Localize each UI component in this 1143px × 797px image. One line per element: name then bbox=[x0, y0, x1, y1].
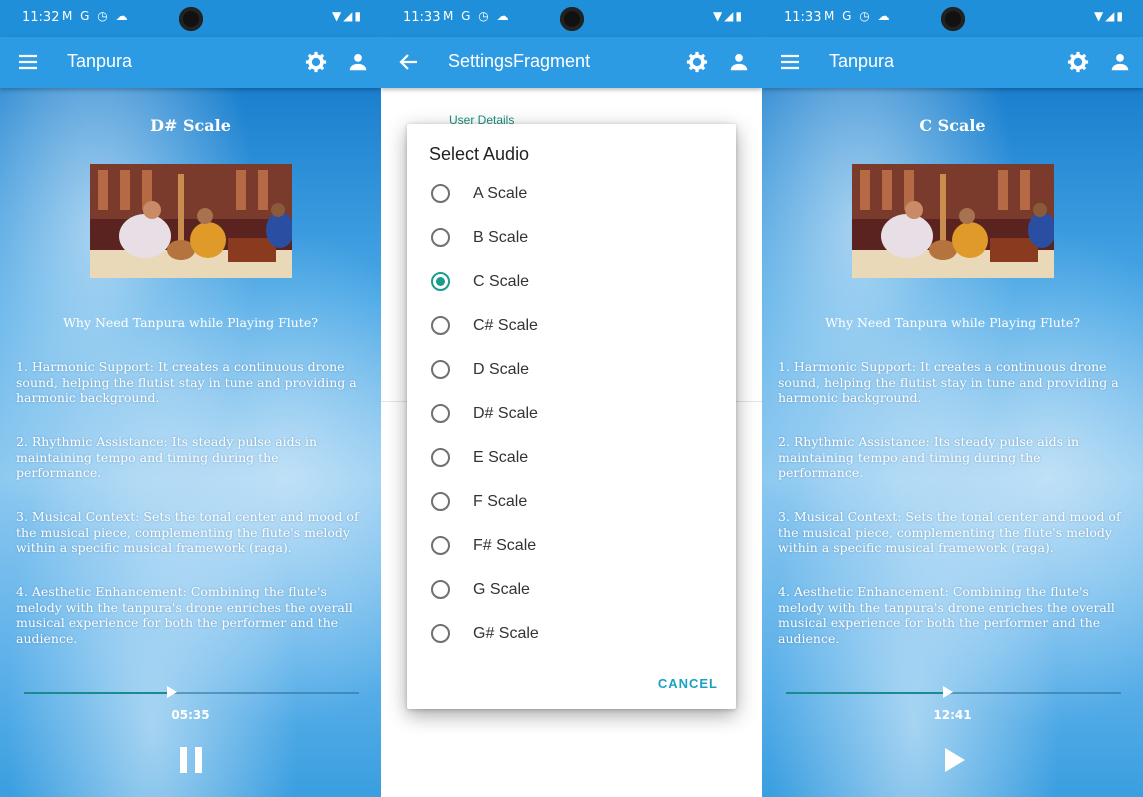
why-heading: Why Need Tanpura while Playing Flute? bbox=[63, 315, 318, 330]
status-bar: 11:33 M G ◷ ☁ ▼◢▮ bbox=[381, 0, 762, 37]
system-status-icons: ▼◢▮ bbox=[712, 9, 744, 23]
scale-option-label: G# Scale bbox=[473, 625, 539, 642]
system-status-icons: ▼◢▮ bbox=[331, 9, 363, 23]
tanpura-main-content: D# Scale Why Need Tanpura while Playing … bbox=[0, 88, 381, 797]
seek-progress bbox=[24, 692, 172, 694]
paragraph-rhythmic-assistance: 2. Rhythmic Assistance: Its steady pulse… bbox=[778, 434, 1080, 480]
status-bar: 11:33 M G ◷ ☁ ▼◢▮ bbox=[762, 0, 1143, 37]
radio-button[interactable] bbox=[431, 624, 450, 643]
back-arrow-icon[interactable] bbox=[397, 50, 421, 74]
scale-option-label: D# Scale bbox=[473, 405, 538, 422]
paragraph-musical-context: 3. Musical Context: Sets the tonal cente… bbox=[778, 509, 1121, 555]
current-scale-title: D# Scale bbox=[150, 116, 231, 135]
notification-icons: M G ◷ ☁ bbox=[824, 9, 892, 23]
radio-button[interactable] bbox=[431, 316, 450, 335]
app-bar: Tanpura bbox=[762, 37, 1143, 88]
seek-bar[interactable] bbox=[24, 686, 359, 698]
app-bar: SettingsFragment bbox=[381, 37, 762, 88]
notification-icons: M G ◷ ☁ bbox=[443, 9, 511, 23]
radio-button[interactable] bbox=[431, 448, 450, 467]
account-icon[interactable] bbox=[728, 51, 750, 73]
phone-screen-3: 11:33 M G ◷ ☁ ▼◢▮ Tanpura C Scale Why Ne… bbox=[762, 0, 1143, 797]
status-time: 11:33 bbox=[403, 10, 441, 25]
scale-option-label: C# Scale bbox=[473, 317, 538, 334]
phone-screen-1: 11:32 M G ◷ ☁ ▼◢▮ Tanpura D# Scale Why N… bbox=[0, 0, 381, 797]
phone-screen-2: 11:33 M G ◷ ☁ ▼◢▮ SettingsFragment User … bbox=[381, 0, 762, 797]
tanpura-main-content: C Scale Why Need Tanpura while Playing F… bbox=[762, 88, 1143, 797]
seek-bar[interactable] bbox=[786, 686, 1121, 698]
notification-icons: M G ◷ ☁ bbox=[62, 9, 130, 23]
elapsed-time: 05:35 bbox=[171, 708, 210, 722]
current-scale-title: C Scale bbox=[919, 116, 986, 135]
paragraph-harmonic-support: 1. Harmonic Support: It creates a contin… bbox=[16, 359, 357, 405]
status-time: 11:33 bbox=[784, 10, 822, 25]
app-title: SettingsFragment bbox=[448, 51, 591, 71]
seek-progress bbox=[786, 692, 947, 694]
scale-option[interactable]: A Scale bbox=[407, 172, 736, 216]
camera-cutout bbox=[940, 7, 965, 31]
scale-option-label: F# Scale bbox=[473, 537, 537, 554]
account-icon[interactable] bbox=[1109, 51, 1131, 73]
scale-option[interactable]: D# Scale bbox=[407, 392, 736, 436]
scale-option-label: E Scale bbox=[473, 449, 529, 466]
scale-option[interactable]: G Scale bbox=[407, 568, 736, 612]
elapsed-time: 12:41 bbox=[933, 708, 972, 722]
settings-gear-icon[interactable] bbox=[305, 51, 327, 73]
paragraph-rhythmic-assistance: 2. Rhythmic Assistance: Its steady pulse… bbox=[16, 434, 318, 480]
app-title: Tanpura bbox=[67, 51, 133, 71]
radio-button[interactable] bbox=[431, 404, 450, 423]
scale-option[interactable]: D Scale bbox=[407, 348, 736, 392]
scale-option[interactable]: F Scale bbox=[407, 480, 736, 524]
cancel-button[interactable]: CANCEL bbox=[658, 676, 718, 691]
app-bar: Tanpura bbox=[0, 37, 381, 88]
concert-photo bbox=[852, 164, 1054, 278]
radio-button[interactable] bbox=[431, 492, 450, 511]
system-status-icons: ▼◢▮ bbox=[1093, 9, 1125, 23]
radio-button[interactable] bbox=[431, 228, 450, 247]
scale-option-label: A Scale bbox=[473, 185, 528, 202]
dialog-title: Select Audio bbox=[429, 144, 530, 164]
app-title: Tanpura bbox=[829, 51, 895, 71]
paragraph-harmonic-support: 1. Harmonic Support: It creates a contin… bbox=[778, 359, 1119, 405]
radio-button[interactable] bbox=[431, 536, 450, 555]
radio-button[interactable] bbox=[431, 360, 450, 379]
scale-option[interactable]: E Scale bbox=[407, 436, 736, 480]
radio-button[interactable] bbox=[431, 580, 450, 599]
seek-thumb[interactable] bbox=[942, 686, 953, 698]
seek-thumb[interactable] bbox=[167, 686, 178, 698]
radio-button[interactable] bbox=[431, 184, 450, 203]
camera-cutout bbox=[178, 7, 203, 31]
menu-icon[interactable] bbox=[16, 50, 40, 74]
paragraph-musical-context: 3. Musical Context: Sets the tonal cente… bbox=[16, 509, 359, 555]
settings-gear-icon[interactable] bbox=[1067, 51, 1089, 73]
status-time: 11:32 bbox=[22, 10, 60, 25]
scale-option[interactable]: G# Scale bbox=[407, 612, 736, 656]
select-audio-dialog: Select Audio A Scale B Scale C Scale C# Sca… bbox=[407, 124, 736, 709]
scale-option-label: B Scale bbox=[473, 229, 529, 246]
radio-button-checked[interactable] bbox=[431, 272, 450, 291]
status-bar: 11:32 M G ◷ ☁ ▼◢▮ bbox=[0, 0, 381, 37]
camera-cutout bbox=[559, 7, 584, 31]
play-icon[interactable] bbox=[936, 743, 970, 777]
paragraph-aesthetic-enhancement: 4. Aesthetic Enhancement: Combining the … bbox=[778, 584, 1115, 646]
scale-option[interactable]: C Scale bbox=[407, 260, 736, 304]
scale-option-label: D Scale bbox=[473, 361, 530, 378]
concert-photo bbox=[90, 164, 292, 278]
scale-option[interactable]: B Scale bbox=[407, 216, 736, 260]
paragraph-aesthetic-enhancement: 4. Aesthetic Enhancement: Combining the … bbox=[16, 584, 353, 646]
settings-gear-icon[interactable] bbox=[686, 51, 708, 73]
menu-icon[interactable] bbox=[778, 50, 802, 74]
scale-option-label: F Scale bbox=[473, 493, 528, 510]
scale-option-label: G Scale bbox=[473, 581, 530, 598]
scale-option-label: C Scale bbox=[473, 273, 530, 290]
why-heading: Why Need Tanpura while Playing Flute? bbox=[825, 315, 1080, 330]
account-icon[interactable] bbox=[347, 51, 369, 73]
scale-option[interactable]: F# Scale bbox=[407, 524, 736, 568]
screenshot-collage: 11:32 M G ◷ ☁ ▼◢▮ Tanpura D# Scale Why N… bbox=[0, 0, 1143, 797]
scale-option[interactable]: C# Scale bbox=[407, 304, 736, 348]
pause-icon[interactable] bbox=[174, 743, 208, 777]
